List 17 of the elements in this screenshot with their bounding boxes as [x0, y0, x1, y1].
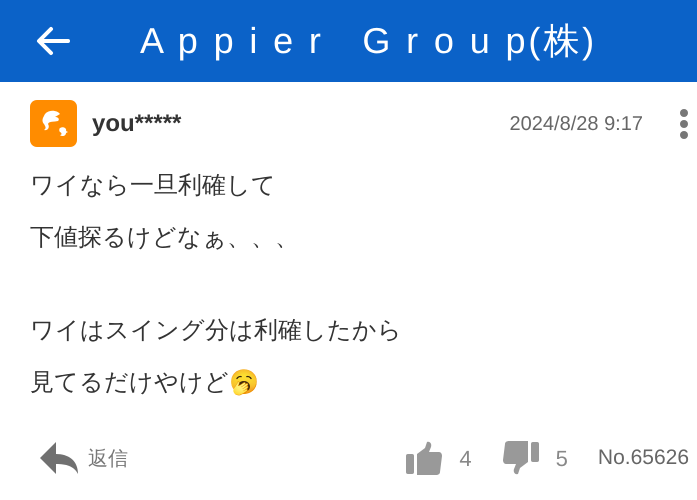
post-number: No.65626 [598, 445, 689, 472]
post-text: ワイはスイング分は利確したから [30, 315, 402, 346]
post-time: 2024/8/28 9:17 [510, 112, 643, 136]
post-text: 見てるだけやけど🥱 [30, 367, 259, 398]
post-text: ワイなら一旦利確して [30, 170, 276, 201]
reply-button[interactable]: 返信 [38, 440, 128, 476]
back-icon[interactable] [36, 26, 70, 56]
thumbs-down-icon [502, 440, 540, 476]
avatar-icon [30, 100, 77, 147]
thumbs-up-icon [405, 440, 444, 476]
like-button[interactable]: 4 [405, 440, 472, 476]
reply-arrow-icon [38, 440, 80, 476]
post-text: 下値探るけどなぁ、、、 [30, 222, 299, 253]
page-title: A p p i e r G r o u p(株) [140, 19, 598, 63]
user-name: you***** [92, 108, 182, 138]
more-icon[interactable] [679, 108, 689, 140]
dislike-button[interactable]: 5 [502, 440, 568, 476]
